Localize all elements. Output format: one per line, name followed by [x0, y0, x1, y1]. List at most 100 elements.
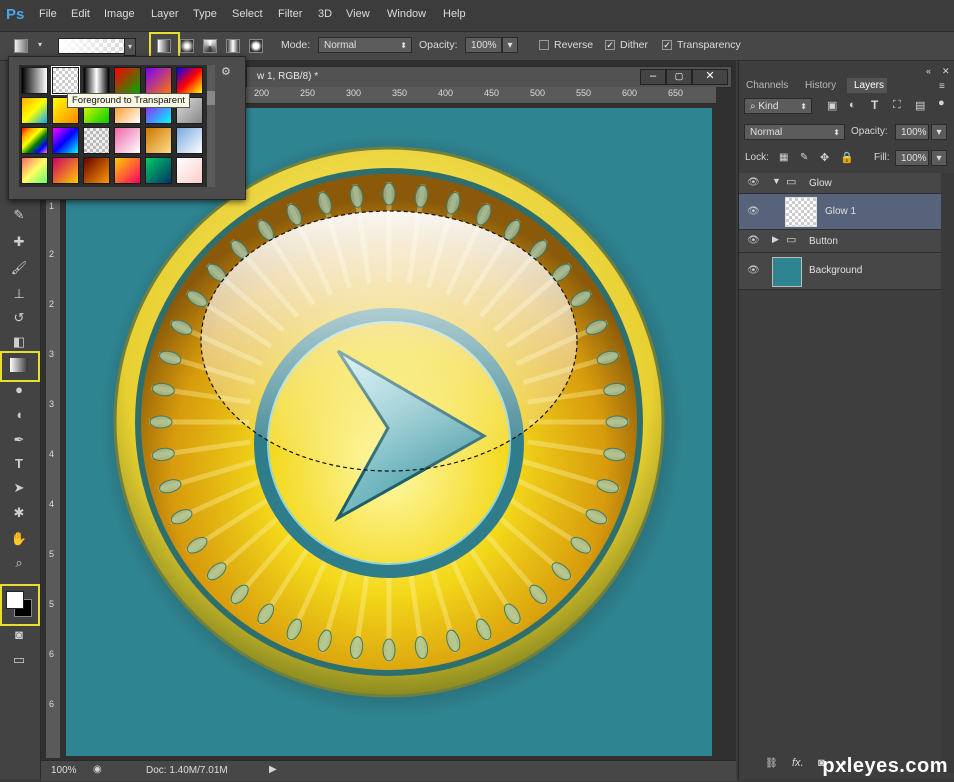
status-info-icon[interactable]: ◉ [93, 764, 102, 775]
diamond-gradient-icon[interactable] [249, 39, 263, 53]
gear-icon[interactable]: ⚙ [221, 65, 231, 78]
expand-arrow-icon[interactable]: ▼ [772, 176, 781, 186]
tool-preset-icon[interactable] [14, 39, 28, 53]
layer-row-button-group[interactable]: 👁 ▶ ▭ Button [739, 230, 941, 253]
dither-checkbox[interactable]: ✓ [605, 40, 615, 50]
zoom-level[interactable]: 100% [51, 765, 77, 776]
expand-arrow-icon[interactable]: ▶ [772, 234, 779, 245]
menu-image[interactable]: Image [104, 8, 135, 20]
canvas[interactable] [66, 108, 712, 756]
zoom-icon[interactable]: ⌕ [8, 554, 30, 572]
gradient-swatch[interactable] [145, 157, 172, 184]
menu-layer[interactable]: Layer [151, 8, 179, 20]
menu-3d[interactable]: 3D [318, 8, 332, 20]
reflected-gradient-icon[interactable] [226, 39, 240, 53]
eye-icon[interactable]: 👁 [747, 206, 760, 217]
gradient-swatch[interactable] [114, 127, 141, 154]
layers-scrollbar[interactable] [941, 173, 954, 773]
gradient-swatch[interactable] [145, 67, 172, 94]
foreground-color-swatch[interactable] [6, 591, 24, 609]
filter-toggle-icon[interactable]: ● [938, 97, 945, 109]
angle-gradient-icon[interactable] [203, 39, 217, 53]
gradient-tool-icon[interactable] [10, 358, 28, 372]
document-tab[interactable]: w 1, RGB/8) * – ▢ ✕ [246, 66, 732, 88]
gradient-swatch[interactable] [83, 157, 110, 184]
gradient-swatch[interactable] [176, 157, 203, 184]
eye-icon[interactable]: 👁 [747, 235, 760, 246]
link-layers-icon[interactable]: ⛓ [765, 758, 778, 769]
mode-select[interactable]: Normal ⬍ [318, 37, 412, 53]
close-icon[interactable]: ✕ [692, 69, 728, 85]
gradient-swatch[interactable] [176, 127, 203, 154]
gradient-swatch[interactable] [21, 157, 48, 184]
hand-icon[interactable]: ✋ [8, 530, 30, 548]
layer-opacity-dropdown[interactable]: ▾ [931, 124, 947, 140]
gradient-swatch[interactable] [114, 67, 141, 94]
clone-stamp-icon[interactable]: ⊥ [8, 285, 30, 303]
menu-window[interactable]: Window [387, 8, 426, 20]
type-filter-icon[interactable]: T [871, 98, 878, 112]
minimize-icon[interactable]: – [640, 69, 666, 85]
layer-row-glow-1[interactable]: 👁 Glow 1 [739, 194, 941, 230]
gradient-swatch[interactable] [145, 127, 172, 154]
eye-icon[interactable]: 👁 [747, 265, 760, 276]
play-icon[interactable]: ▶ [269, 764, 277, 775]
menu-filter[interactable]: Filter [278, 8, 302, 20]
layer-row-glow-group[interactable]: 👁 ▼ ▭ Glow [739, 173, 941, 194]
tab-channels[interactable]: Channels [746, 80, 788, 91]
dodge-icon[interactable]: ◖ [8, 406, 30, 424]
chevron-down-icon[interactable]: ▾ [38, 40, 42, 49]
healing-brush-icon[interactable]: ✚ [8, 233, 30, 251]
tab-history[interactable]: History [805, 80, 836, 91]
eyedropper-icon[interactable]: ✎ [8, 206, 30, 224]
screen-mode-icon[interactable]: ▭ [8, 651, 30, 669]
menu-select[interactable]: Select [232, 8, 263, 20]
tab-layers-active[interactable]: Layers [847, 78, 887, 93]
blur-icon[interactable]: ● [8, 381, 30, 399]
blend-mode-select[interactable]: Normal ⬍ [744, 124, 845, 140]
gradient-swatch[interactable] [83, 67, 110, 94]
shape-filter-icon[interactable]: ⛶ [893, 99, 901, 112]
type-tool-icon[interactable]: T [8, 455, 30, 473]
gradient-preview[interactable] [58, 38, 126, 54]
custom-shape-icon[interactable]: ✱ [8, 504, 30, 522]
pixel-filter-icon[interactable]: ▣ [827, 99, 837, 112]
fill-dropdown[interactable]: ▾ [931, 150, 947, 166]
menu-edit[interactable]: Edit [71, 8, 90, 20]
adjustment-filter-icon[interactable]: ◐ [849, 99, 856, 111]
opacity-dropdown[interactable]: ▾ [502, 37, 518, 53]
fill-field[interactable]: 100% [895, 150, 929, 166]
gradient-swatch[interactable] [21, 67, 48, 94]
transparency-checkbox[interactable]: ✓ [662, 40, 672, 50]
gradient-swatch[interactable] [176, 67, 203, 94]
gradient-swatch[interactable] [52, 127, 79, 154]
path-selection-icon[interactable]: ➤ [8, 479, 30, 497]
opacity-field[interactable]: 100% [465, 37, 502, 53]
menu-help[interactable]: Help [443, 8, 466, 20]
lock-pixels-icon[interactable]: ✎ [800, 152, 808, 163]
close-panel-icon[interactable]: ✕ [942, 66, 950, 77]
picker-scroll-thumb[interactable] [207, 91, 215, 105]
brush-icon[interactable]: 🖌 [8, 259, 30, 277]
smart-object-filter-icon[interactable]: ▤ [915, 99, 925, 112]
lock-transparent-icon[interactable]: ▦ [779, 152, 788, 163]
radial-gradient-icon[interactable] [180, 39, 194, 53]
layer-row-background[interactable]: 👁 Background [739, 253, 941, 290]
quick-mask-icon[interactable]: ◙ [8, 626, 30, 644]
picker-scrollbar[interactable] [207, 65, 215, 187]
menu-file[interactable]: File [39, 8, 57, 20]
gradient-swatch[interactable] [21, 97, 48, 124]
linear-gradient-icon[interactable] [157, 39, 171, 53]
eye-icon[interactable]: 👁 [747, 177, 760, 188]
gradient-swatch[interactable] [83, 127, 110, 154]
kind-filter[interactable]: ⌕ Kind ⬍ [744, 98, 812, 114]
eraser-icon[interactable]: ◧ [8, 333, 30, 351]
history-brush-icon[interactable]: ↺ [8, 309, 30, 327]
panel-menu-icon[interactable]: ≡ [939, 81, 945, 92]
pen-icon[interactable]: ✒ [8, 431, 30, 449]
gradient-swatch[interactable] [21, 127, 48, 154]
fx-icon[interactable]: fx. [792, 757, 804, 769]
lock-position-icon[interactable]: ✥ [820, 151, 829, 164]
collapse-icon[interactable]: « [926, 66, 931, 76]
menu-type[interactable]: Type [193, 8, 217, 20]
